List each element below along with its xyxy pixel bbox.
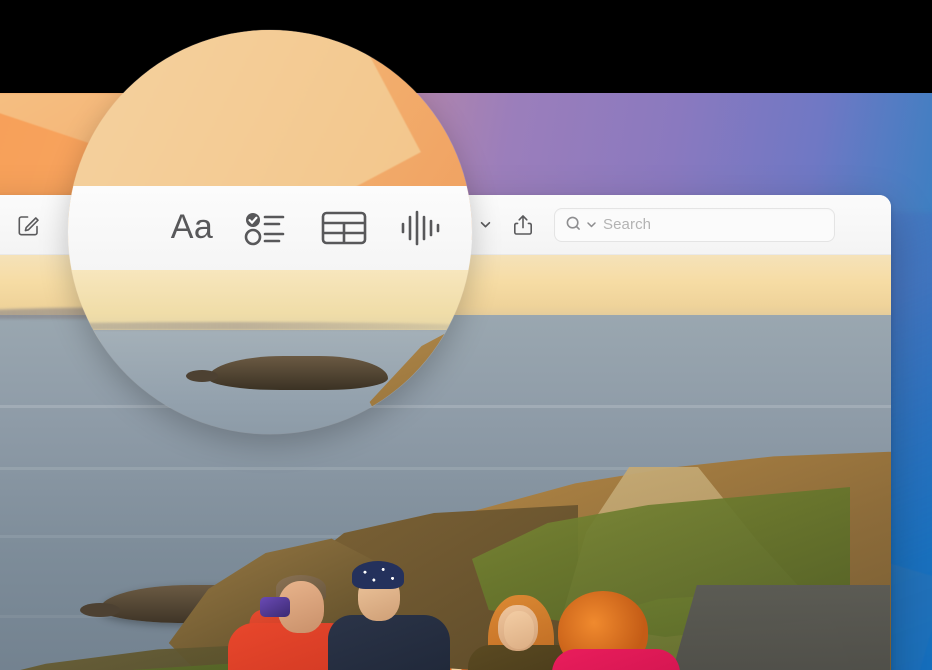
- table-button[interactable]: [306, 207, 382, 249]
- checklist-button[interactable]: [230, 206, 306, 250]
- share-button[interactable]: [512, 213, 534, 237]
- photo-islet-small: [80, 603, 120, 617]
- photo-person-4-body: [552, 649, 680, 670]
- format-text-icon: Aa: [171, 208, 214, 246]
- share-icon: [514, 214, 532, 235]
- search-input[interactable]: Search: [554, 207, 835, 242]
- magnified-toolbar: Aa: [68, 186, 472, 270]
- audio-button[interactable]: [382, 206, 458, 250]
- photo-person-1-binoculars: [260, 597, 290, 617]
- magnifier-loupe: Aa: [68, 30, 472, 434]
- screenshot-stage: Search Aa: [0, 0, 932, 670]
- photo-asphalt: [660, 585, 890, 670]
- search-chevron-icon: [587, 222, 596, 228]
- toolbar-right-group: Search: [452, 207, 891, 242]
- magnifier-content: Aa: [68, 30, 472, 434]
- compose-button[interactable]: [16, 212, 42, 238]
- chevron-down-icon: [480, 221, 491, 228]
- magnified-toolbar-icons: Aa: [68, 206, 472, 250]
- table-icon: [321, 211, 367, 245]
- search-icon: [566, 216, 580, 230]
- svg-text:Aa: Aa: [171, 208, 214, 246]
- magnified-photo-islet: [208, 356, 388, 390]
- photo-person-3-face: [504, 611, 534, 649]
- checklist-icon: [244, 213, 285, 246]
- media-button[interactable]: [458, 206, 472, 250]
- magnified-photo-headland: [68, 322, 468, 330]
- compose-icon: [18, 215, 39, 235]
- photo-person-2-bandana: [352, 561, 404, 589]
- format-text-button[interactable]: Aa: [154, 207, 230, 249]
- toolbar-left-group: [0, 212, 42, 238]
- photo-person-2-body: [328, 615, 450, 670]
- audio-waveform-icon: [401, 210, 440, 246]
- search-placeholder: Search: [603, 216, 652, 233]
- media-photos-icon: [468, 206, 472, 250]
- magnified-photo-islet-small: [186, 370, 218, 382]
